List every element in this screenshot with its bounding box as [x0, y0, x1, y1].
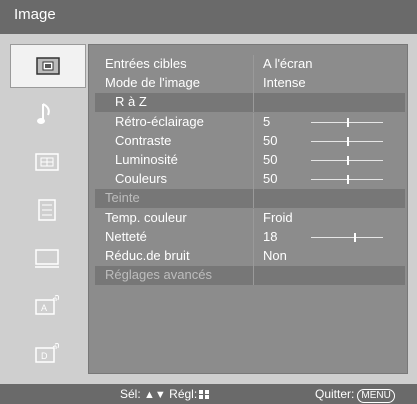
slider-knob[interactable]	[347, 156, 349, 165]
menu-row[interactable]: Netteté 18	[95, 227, 405, 247]
picture-icon	[36, 57, 60, 75]
slider-knob[interactable]	[347, 136, 349, 146]
menu-row-label: R à Z	[115, 94, 147, 110]
title-bar: Image	[0, 0, 417, 34]
menu-row-value: 50	[263, 171, 278, 187]
arrow-down-icon: ▼	[154, 389, 166, 401]
sidebar-item-analog[interactable]: A	[10, 284, 84, 328]
column-divider	[253, 74, 254, 94]
sidebar-item-digital[interactable]: D	[10, 332, 84, 376]
sidebar-item-setup[interactable]	[10, 188, 84, 232]
menu-row-label: Réglages avancés	[105, 267, 212, 283]
sidebar-item-sound[interactable]	[10, 92, 84, 136]
menu-row[interactable]: Contraste 50	[95, 131, 405, 151]
menu-row-label: Rétro-éclairage	[115, 113, 204, 129]
level-slider[interactable]	[311, 175, 383, 185]
page-title: Image	[14, 6, 56, 23]
tv-settings-screen: Image A D Entrées cibles A l'écran Mode …	[0, 0, 417, 404]
column-divider	[253, 208, 254, 228]
select-hint: Sél:	[120, 387, 141, 401]
menu-row[interactable]: R à Z	[95, 93, 405, 113]
menu-row-value: 18	[263, 228, 278, 244]
menu-row-value: 50	[263, 152, 278, 167]
level-slider[interactable]	[311, 136, 383, 146]
menu-row-label: Teinte	[105, 190, 140, 206]
sidebar-item-picture[interactable]	[10, 44, 86, 88]
menu-row-label: Réduc.de bruit	[105, 248, 190, 263]
menu-row-value: Non	[263, 248, 287, 263]
status-bar: Sél: ▲▼ Régl: Quitter: MENU	[0, 384, 417, 404]
column-divider	[253, 131, 254, 151]
analog-channel-icon: A	[35, 295, 60, 315]
menu-row[interactable]: Luminosité 50	[95, 151, 405, 170]
menu-row[interactable]: Rétro-éclairage 5	[95, 112, 405, 132]
menu-row[interactable]: Entrées cibles A l'écran	[95, 55, 405, 74]
menu-row-value: A l'écran	[263, 56, 313, 71]
svg-text:D: D	[41, 351, 48, 361]
level-slider[interactable]	[311, 232, 383, 242]
menu-row[interactable]: Réduc.de bruit Non	[95, 247, 405, 266]
menu-row[interactable]: Mode de l'image Intense	[95, 74, 405, 94]
music-note-icon	[37, 103, 50, 124]
adjust-pad-icon	[199, 390, 210, 399]
monitor-icon	[35, 249, 59, 268]
screen-adjust-icon	[35, 153, 59, 171]
menu-row-value: Intense	[263, 75, 306, 91]
level-slider[interactable]	[311, 117, 383, 127]
menu-row-label: Temp. couleur	[105, 209, 187, 225]
settings-panel: Entrées cibles A l'écran Mode de l'image In…	[88, 44, 408, 374]
menu-row-value: 50	[263, 132, 278, 148]
column-divider	[253, 55, 254, 74]
level-slider[interactable]	[311, 156, 383, 165]
slider-knob[interactable]	[347, 175, 349, 185]
menu-row[interactable]: Réglages avancés	[95, 266, 405, 286]
column-divider	[253, 189, 254, 209]
menu-row-label: Luminosité	[115, 152, 178, 167]
menu-row-label: Mode de l'image	[105, 75, 200, 91]
adjust-hint: Régl:	[169, 387, 198, 401]
quit-label: Quitter:	[315, 387, 355, 401]
sidebar-item-screen[interactable]	[10, 140, 84, 184]
column-divider	[253, 227, 254, 247]
menu-row[interactable]: Temp. couleur Froid	[95, 208, 405, 228]
menu-row-value: Froid	[263, 209, 293, 225]
quit-hint: Quitter: MENU	[315, 387, 395, 403]
arrow-up-icon: ▲	[144, 389, 155, 401]
menu-row-label: Couleurs	[115, 171, 168, 187]
menu-row-value: 5	[263, 113, 271, 129]
column-divider	[253, 266, 254, 286]
column-divider	[253, 170, 254, 190]
menu-row[interactable]: Teinte	[95, 189, 405, 209]
svg-text:A: A	[41, 303, 47, 313]
sidebar-item-display[interactable]	[10, 236, 84, 280]
menu-row-label: Contraste	[115, 132, 172, 148]
menu-row-label: Entrées cibles	[105, 56, 187, 71]
category-sidebar: A D	[10, 44, 86, 374]
menu-button[interactable]: MENU	[357, 389, 395, 403]
digital-channel-icon: D	[35, 343, 60, 363]
column-divider	[253, 112, 254, 132]
column-divider	[253, 151, 254, 170]
list-settings-icon	[38, 199, 56, 221]
slider-knob[interactable]	[347, 117, 349, 127]
menu-row-label: Netteté	[105, 228, 147, 244]
navigation-hint: Sél: ▲▼ Régl:	[120, 387, 210, 401]
column-divider	[253, 247, 254, 266]
menu-row[interactable]: Couleurs 50	[95, 170, 405, 190]
column-divider	[253, 93, 254, 113]
slider-knob[interactable]	[354, 232, 356, 242]
